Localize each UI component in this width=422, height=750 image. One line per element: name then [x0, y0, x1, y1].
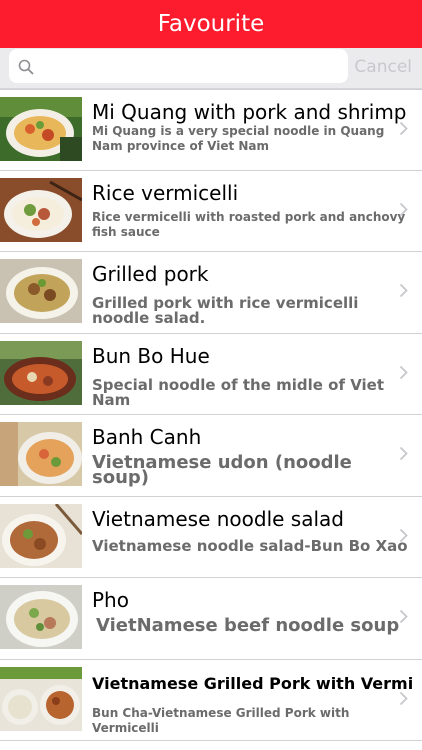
list-item[interactable]: Pho VietNamese beef noodle soup [0, 578, 422, 660]
item-title: Vietnamese Grilled Pork with Vermicelli [92, 673, 412, 693]
item-title: Vietnamese noodle salad [92, 506, 344, 531]
item-subtitle: Special noodle of the midle of Viet Nam [92, 375, 385, 409]
search-field[interactable] [9, 49, 348, 83]
list-item[interactable]: Vietnamese noodle salad Vietnamese noodl… [0, 497, 422, 578]
item-title: Mi Quang with pork and shrimp [92, 100, 407, 124]
chevron-right-icon [399, 446, 408, 461]
food-photo [0, 666, 82, 731]
chevron-right-icon [399, 691, 408, 705]
item-subtitle: Vietnamese noodle salad-Bun Bo Xao [92, 536, 408, 555]
item-subtitle: Vietnamese udon (noodle soup) [92, 452, 352, 488]
search-bar: Cancel [0, 48, 422, 89]
list-item[interactable]: Rice vermicelli Rice vermicelli with roa… [0, 171, 422, 252]
item-title: Banh Canh [92, 425, 202, 449]
chevron-right-icon [399, 202, 408, 216]
list-item[interactable]: Bun Bo Hue Special noodle of the midle o… [0, 334, 422, 415]
item-subtitle: Rice vermicelli with roasted pork and an… [92, 209, 406, 239]
favourites-list: Mi Quang with pork and shrimp Mi Quang i… [0, 89, 422, 750]
list-item[interactable]: Banh Canh Vietnamese udon (noodle soup) [0, 415, 422, 497]
item-subtitle: Bun Cha-Vietnamese Grilled Pork with Ver… [92, 705, 350, 735]
item-subtitle: Mi Quang is a very special noodle in Qua… [92, 124, 385, 153]
chevron-right-icon [399, 609, 408, 624]
item-subtitle: VietNamese beef noodle soup [96, 615, 400, 636]
list-item[interactable]: Vietnamese Grilled Pork with Vermicelli … [0, 660, 422, 741]
cancel-button[interactable]: Cancel [354, 57, 412, 77]
food-photo [0, 585, 82, 649]
chevron-right-icon [399, 528, 408, 542]
item-title: Rice vermicelli [92, 180, 239, 205]
item-title: Pho [92, 588, 129, 612]
page-title: Favourite [157, 11, 265, 37]
food-photo [0, 259, 82, 323]
nav-bar: Favourite [0, 0, 422, 48]
food-photo [0, 340, 82, 405]
list-item[interactable]: Mi Quang with pork and shrimp Mi Quang i… [0, 89, 422, 171]
food-photo [0, 177, 82, 242]
food-photo [0, 503, 82, 568]
chevron-right-icon [399, 365, 408, 379]
list-item[interactable]: Grilled pork Grilled pork with rice verm… [0, 252, 422, 334]
search-input[interactable] [41, 54, 345, 80]
item-title: Grilled pork [92, 262, 209, 286]
search-icon [18, 59, 34, 75]
item-title: Bun Bo Hue [92, 343, 210, 368]
food-photo [0, 97, 82, 161]
item-subtitle: Grilled pork with rice vermicelli noodle… [92, 294, 359, 327]
chevron-right-icon [399, 121, 408, 136]
chevron-right-icon [399, 283, 408, 298]
food-photo [0, 422, 82, 486]
